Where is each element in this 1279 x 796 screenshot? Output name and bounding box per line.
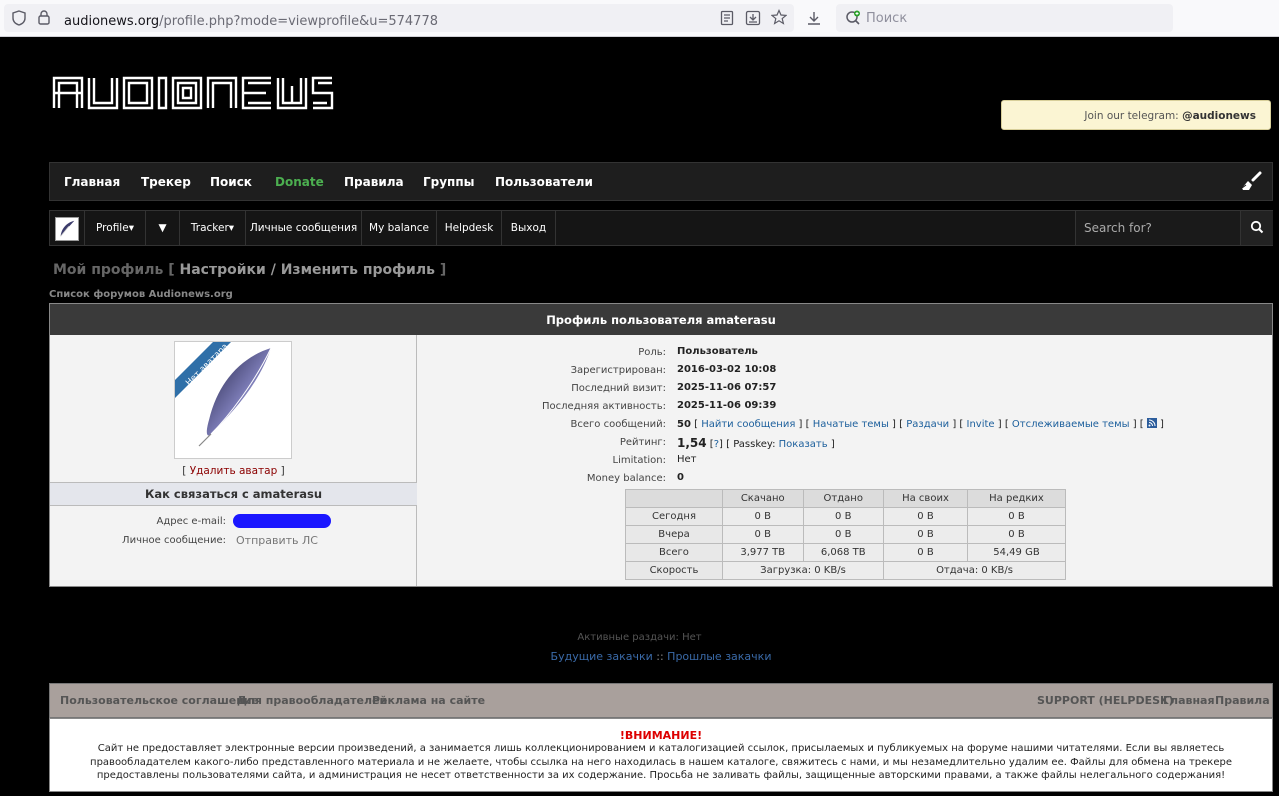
logout-link[interactable]: Выход (502, 211, 556, 245)
profile-left-column: Нет аватара [ Удалить аватар ] Как связа… (50, 335, 417, 586)
telegram-banner[interactable]: Join our telegram: @audionews (1001, 100, 1271, 130)
download-speed: Загрузка: 0 KB/s (722, 561, 884, 580)
disclaimer-title: !ВНИМАНИЕ! (619, 729, 703, 742)
email-label: Адрес e-mail: (156, 516, 227, 527)
profile-panel: Профиль пользователя amaterasu Нет авата… (49, 303, 1273, 587)
active-seeds: Активные раздачи: Нет (577, 632, 702, 643)
theme-brush-icon[interactable] (1240, 171, 1262, 193)
invite-link[interactable]: Invite (967, 419, 995, 430)
posts-count: 50 (677, 419, 691, 430)
passkey-show-link[interactable]: Показать (779, 439, 828, 450)
delete-avatar: [ Удалить аватар ] (182, 465, 285, 477)
disclaimer: !ВНИМАНИЕ! Сайт не предоставляет электро… (49, 718, 1273, 792)
site-search-input[interactable] (1076, 211, 1236, 245)
menu-toggle[interactable]: ▼ (146, 211, 180, 245)
col-uploaded: Отдано (802, 489, 884, 508)
watched-topics-link[interactable]: Отслеживаемые темы (1012, 419, 1130, 430)
traffic-stats-table: Скачано Отдано На своих На редких Сегодн… (625, 489, 1066, 580)
table-row: Всего 3,977 TB 6,068 TB 0 B 54,49 GB (625, 543, 1066, 562)
address-bar[interactable]: audionews.org/profile.php?mode=viewprofi… (4, 4, 794, 32)
last-visit-value: 2025-11-06 07:57 (677, 382, 777, 393)
my-profile-title: Мой профиль (53, 262, 164, 278)
shield-icon[interactable] (12, 10, 26, 30)
user-nav: Profile▾ ▼ Tracker▾ Личные сообщения My … (49, 210, 1273, 246)
money-balance-value: 0 (677, 472, 684, 483)
nav-rules[interactable]: Правила (344, 175, 404, 189)
past-downloads-link[interactable]: Прошлые закачки (667, 650, 771, 663)
table-row: Сегодня 0 B 0 B 0 B 0 B (625, 507, 1066, 526)
my-balance-link[interactable]: My balance (362, 211, 437, 245)
contact-header: Как связаться с amaterasu (50, 482, 417, 506)
nav-groups[interactable]: Группы (423, 175, 475, 189)
nav-donate[interactable]: Donate (275, 175, 324, 189)
find-posts-link[interactable]: Найти сообщения (701, 419, 795, 430)
lock-icon[interactable] (38, 10, 50, 29)
email-redacted (233, 514, 331, 528)
registered-value: 2016-03-02 10:08 (677, 364, 777, 375)
role-value: Пользователь (677, 346, 758, 357)
site-search-button[interactable] (1240, 211, 1273, 245)
col-downloaded: Скачано (722, 489, 804, 508)
feather-avatar-image: Нет аватара (175, 342, 272, 447)
footer-support[interactable]: SUPPORT (HELPDESK) (1037, 694, 1174, 707)
rating-help-link[interactable]: ? (714, 439, 719, 450)
started-topics-link[interactable]: Начатые темы (813, 419, 889, 430)
downloads-links: Будущие закачки :: Прошлые закачки (550, 650, 772, 663)
main-nav: Главная Трекер Поиск Donate Правила Груп… (49, 162, 1273, 201)
disclaimer-text: Сайт не предоставляет электронные версии… (90, 743, 1232, 781)
browser-search-box[interactable]: Поиск (836, 4, 1173, 32)
releases-link[interactable]: Раздачи (906, 419, 949, 430)
nav-tracker[interactable]: Трекер (141, 175, 191, 189)
user-avatar-small[interactable] (50, 211, 85, 245)
browser-search-placeholder: Поиск (866, 11, 908, 26)
search-icon (1250, 220, 1264, 234)
save-to-pocket-icon[interactable] (745, 10, 761, 30)
limitation-value: Нет (677, 454, 697, 465)
avatar: Нет аватара (174, 341, 292, 459)
posts-row: 50 [ Найти сообщения ] [ Начатые темы ] … (677, 418, 1164, 430)
bookmark-star-icon[interactable] (770, 9, 788, 29)
site-logo[interactable] (52, 76, 334, 110)
footer-home[interactable]: Главная (1163, 694, 1215, 707)
footer-links: Пользовательское соглашение Для правообл… (49, 683, 1273, 718)
nav-home[interactable]: Главная (64, 175, 120, 189)
footer-rules[interactable]: Правила (1215, 694, 1270, 707)
private-messages-link[interactable]: Личные сообщения (246, 211, 362, 245)
send-pm-link[interactable]: Отправить ЛС (236, 534, 318, 547)
rss-icon[interactable] (1146, 418, 1157, 428)
telegram-prefix: Join our telegram: (1084, 110, 1179, 122)
col-rare: На редких (967, 489, 1066, 508)
table-row: Вчера 0 B 0 B 0 B 0 B (625, 525, 1066, 544)
footer-copyright-holders[interactable]: Для правообладателей (237, 694, 387, 707)
future-downloads-link[interactable]: Будущие закачки (551, 650, 653, 663)
reader-view-icon[interactable] (720, 10, 734, 30)
nav-users[interactable]: Пользователи (495, 175, 593, 189)
browser-toolbar: audionews.org/profile.php?mode=viewprofi… (0, 0, 1279, 37)
url-text[interactable]: audionews.org/profile.php?mode=viewprofi… (64, 14, 438, 29)
telegram-handle[interactable]: @audionews (1182, 110, 1256, 122)
delete-avatar-link[interactable]: Удалить аватар (190, 465, 278, 477)
last-activity-value: 2025-11-06 09:39 (677, 400, 777, 411)
audionews-logo-graphic (52, 76, 334, 110)
tracker-menu[interactable]: Tracker▾ (180, 211, 246, 245)
table-row: Скорость Загрузка: 0 KB/s Отдача: 0 KB/s (625, 561, 1066, 580)
edit-profile-link[interactable]: Настройки / Изменить профиль (180, 262, 435, 278)
page-title: Мой профиль [ Настройки / Изменить профи… (53, 262, 447, 278)
helpdesk-link[interactable]: Helpdesk (437, 211, 502, 245)
profile-info: Роль: Пользователь Зарегистрирован: 2016-0… (418, 335, 1272, 586)
downloads-icon[interactable] (806, 10, 822, 30)
nav-search[interactable]: Поиск (210, 175, 252, 189)
footer-advertising[interactable]: Реклама на сайте (372, 694, 485, 707)
site-search (1075, 211, 1240, 245)
upload-speed: Отдача: 0 KB/s (883, 561, 1066, 580)
rating-value: 1,54 (677, 436, 707, 450)
pm-label: Личное сообщение: (122, 535, 226, 546)
profile-header: Профиль пользователя amaterasu (50, 304, 1272, 335)
feather-icon (55, 217, 79, 241)
footer-user-agreement[interactable]: Пользовательское соглашение (60, 694, 259, 707)
col-own: На своих (883, 489, 968, 508)
search-engine-icon (845, 10, 861, 30)
breadcrumb[interactable]: Список форумов Audionews.org (49, 289, 233, 300)
profile-menu[interactable]: Profile▾ (85, 211, 146, 245)
